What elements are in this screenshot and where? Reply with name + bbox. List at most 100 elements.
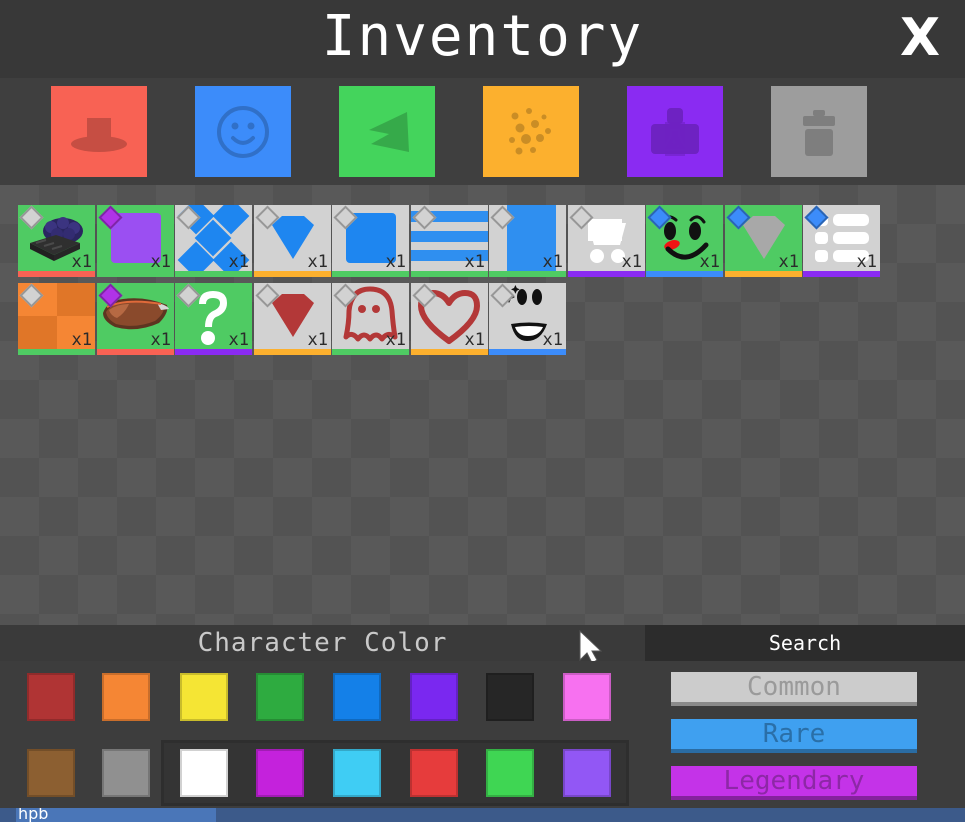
potion-icon [643, 100, 707, 164]
color-swatch-brown[interactable] [27, 749, 75, 797]
rarity-filter-rare[interactable]: Rare [671, 719, 917, 753]
tab-trash[interactable] [771, 86, 867, 177]
item-slot[interactable]: x1 [254, 205, 331, 277]
color-swatch-red[interactable] [410, 749, 458, 797]
selected-swatch-group [161, 740, 629, 806]
color-swatch-fill [565, 675, 609, 719]
item-slot[interactable]: x1 [18, 283, 95, 355]
trash-icon [787, 100, 851, 164]
color-swatch-magenta[interactable] [256, 749, 304, 797]
item-count: x1 [543, 254, 563, 271]
item-count: x1 [72, 254, 92, 271]
rarity-filter-label: Common [747, 672, 841, 702]
item-slot[interactable]: x1 [489, 205, 566, 277]
item-slot[interactable]: x1 [725, 205, 802, 277]
character-color-header[interactable]: Character Color [0, 625, 645, 661]
item-count: x1 [308, 332, 328, 349]
color-swatch-green[interactable] [256, 673, 304, 721]
item-slot[interactable]: x1 [175, 205, 252, 277]
color-swatch-fill [104, 675, 148, 719]
color-swatch-fill [412, 675, 456, 719]
item-count: x1 [857, 254, 877, 271]
rarity-filter-common[interactable]: Common [671, 672, 917, 706]
color-swatch-pink[interactable] [563, 673, 611, 721]
tab-faces[interactable] [195, 86, 291, 177]
item-slot[interactable]: x1 [646, 205, 723, 277]
color-swatch-fill [488, 751, 532, 795]
character-color-label: Character Color [198, 628, 448, 658]
tab-particles[interactable] [483, 86, 579, 177]
taskbar-label: hpb [18, 808, 48, 822]
close-icon[interactable]: X [887, 6, 953, 72]
search-button[interactable]: Search [645, 625, 965, 661]
color-swatch-fill [258, 751, 302, 795]
hat-icon [67, 100, 131, 164]
item-slot[interactable]: x1 [97, 283, 174, 355]
item-count: x1 [700, 254, 720, 271]
os-taskbar: hpb [0, 808, 965, 822]
color-swatch-black[interactable] [486, 673, 534, 721]
color-swatch-fill [182, 675, 226, 719]
color-swatch-purple[interactable] [410, 673, 458, 721]
tab-potions[interactable] [627, 86, 723, 177]
color-swatch-fill [488, 675, 532, 719]
item-count: x1 [465, 332, 485, 349]
item-count: x1 [151, 332, 171, 349]
color-swatch-violet[interactable] [563, 749, 611, 797]
item-count: x1 [386, 254, 406, 271]
item-slot[interactable]: x1 [803, 205, 880, 277]
item-slot[interactable]: x1 [18, 205, 95, 277]
tab-hats[interactable] [51, 86, 147, 177]
zigzag-icon [355, 100, 419, 164]
rarity-filter-label: Legendary [724, 766, 865, 796]
item-slot[interactable]: x1 [411, 205, 488, 277]
item-count: x1 [229, 254, 249, 271]
face-icon [211, 100, 275, 164]
item-count: x1 [386, 332, 406, 349]
color-swatch-fill [29, 675, 73, 719]
item-slot[interactable]: x1 [97, 205, 174, 277]
item-count: x1 [308, 254, 328, 271]
item-count: x1 [151, 254, 171, 271]
item-slot[interactable]: x1 [332, 283, 409, 355]
item-slot[interactable]: x1 [175, 283, 252, 355]
item-count: x1 [543, 332, 563, 349]
item-slot[interactable]: x1 [568, 205, 645, 277]
item-count: x1 [779, 254, 799, 271]
color-swatch-lime[interactable] [486, 749, 534, 797]
color-swatch-dark-red[interactable] [27, 673, 75, 721]
color-swatch-cyan[interactable] [333, 749, 381, 797]
color-swatch-fill [412, 751, 456, 795]
item-count: x1 [622, 254, 642, 271]
inventory-window: Inventory X [0, 0, 965, 822]
color-swatch-fill [258, 675, 302, 719]
item-slot[interactable]: x1 [489, 283, 566, 355]
color-swatch-fill [335, 675, 379, 719]
color-swatch-fill [182, 751, 226, 795]
cursor-arrow-icon [578, 630, 604, 664]
color-swatch-gray[interactable] [102, 749, 150, 797]
color-swatch-fill [335, 751, 379, 795]
color-swatch-yellow[interactable] [180, 673, 228, 721]
item-slot[interactable]: x1 [332, 205, 409, 277]
color-swatch-blue[interactable] [333, 673, 381, 721]
rarity-filter-label: Rare [763, 719, 826, 749]
color-swatch-orange[interactable] [102, 673, 150, 721]
tab-shirts[interactable] [339, 86, 435, 177]
page-title: Inventory [0, 0, 965, 78]
item-slot[interactable]: x1 [254, 283, 331, 355]
item-count: x1 [229, 332, 249, 349]
item-grid: x1 x1 x1 x1 x1 x1 x1 x1 x1 x1 [0, 185, 965, 625]
color-swatch-fill [565, 751, 609, 795]
item-count: x1 [72, 332, 92, 349]
search-label: Search [769, 631, 841, 655]
item-slot[interactable]: x1 [411, 283, 488, 355]
rarity-filter-legendary[interactable]: Legendary [671, 766, 917, 800]
item-count: x1 [465, 254, 485, 271]
particles-icon [499, 100, 563, 164]
color-swatch-fill [29, 751, 73, 795]
category-tab-bar [0, 78, 965, 185]
color-swatch-white[interactable] [180, 749, 228, 797]
title-bar: Inventory X [0, 0, 965, 78]
color-swatch-fill [104, 751, 148, 795]
